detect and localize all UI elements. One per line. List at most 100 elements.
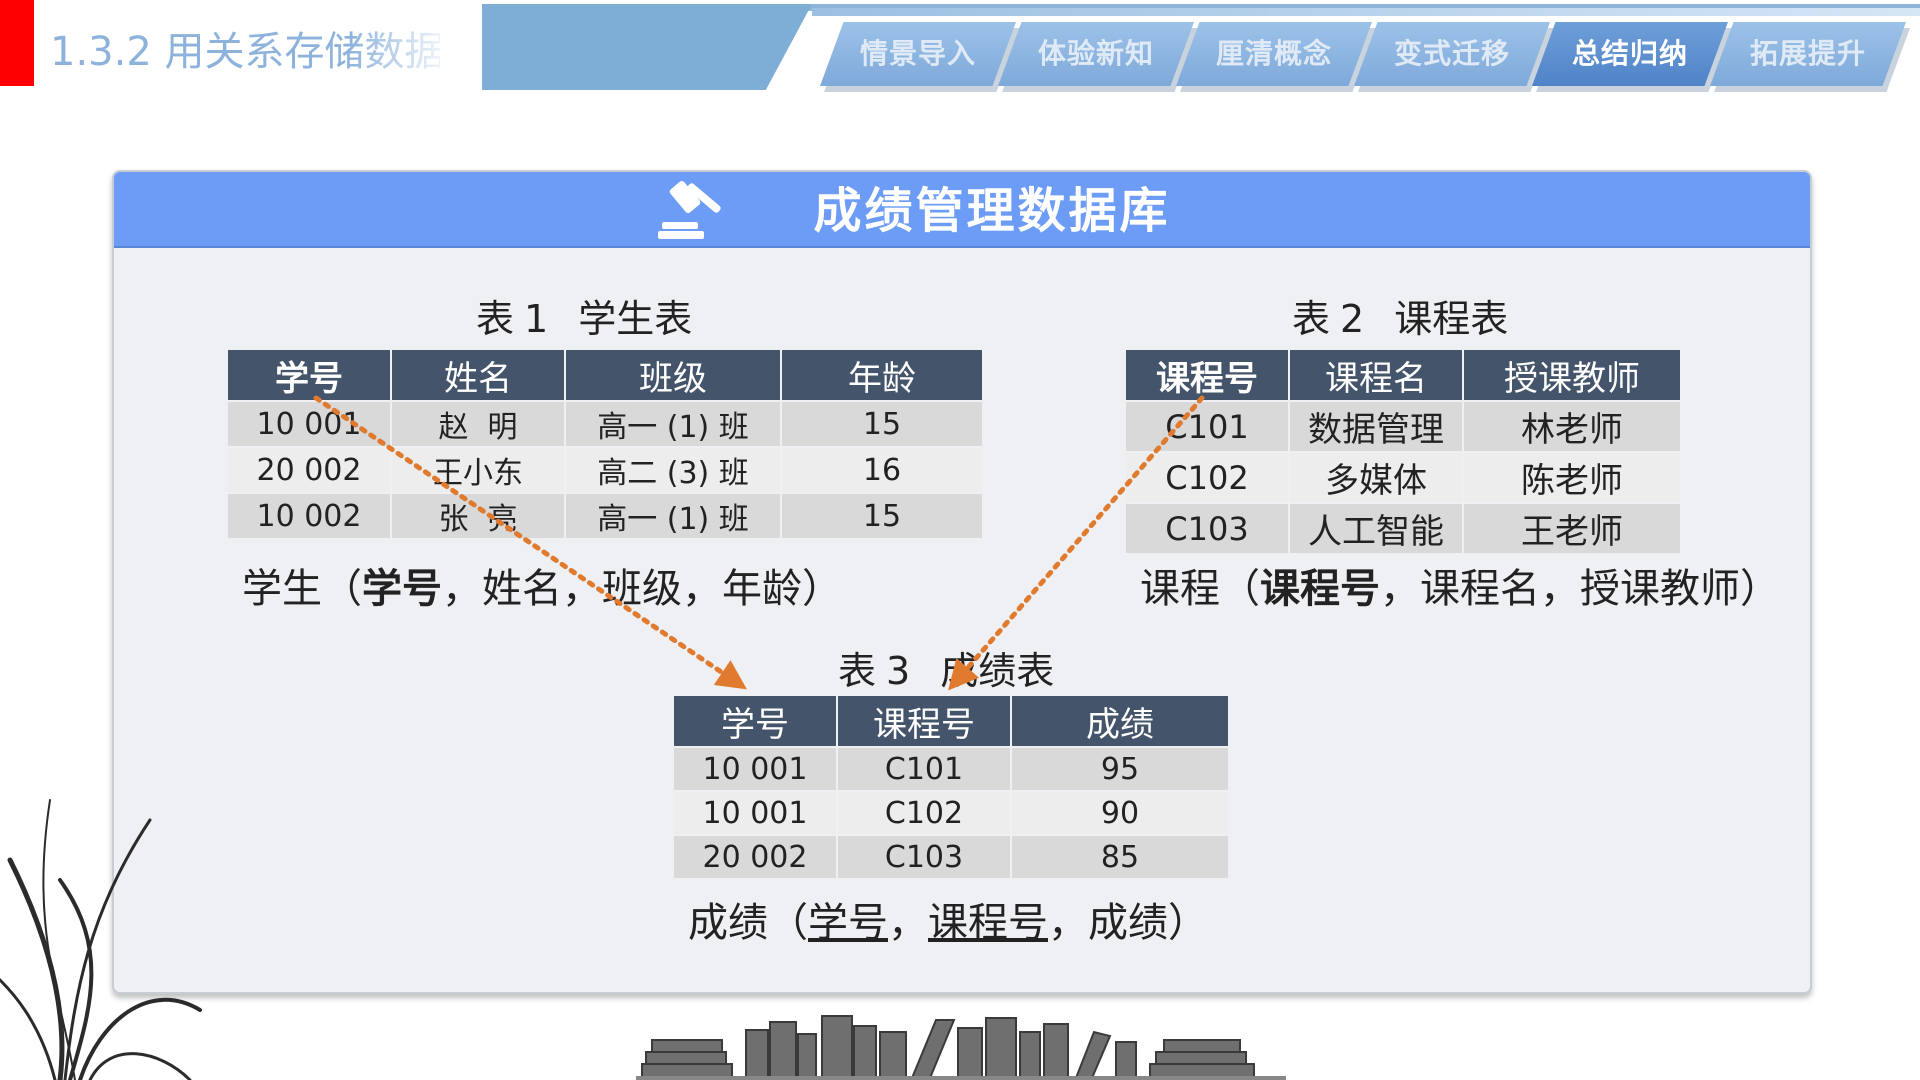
nav-tab-experience[interactable]: 体验新知 bbox=[998, 22, 1194, 86]
table-cell: C102 bbox=[1124, 451, 1290, 504]
table-cell: 高一 (1) 班 bbox=[564, 400, 782, 448]
schema-attributes: ，课程名，授课教师 bbox=[1380, 566, 1740, 612]
table-cell: 20 002 bbox=[672, 834, 838, 880]
table-cell: 10 002 bbox=[226, 492, 392, 540]
table3-caption-name: 成绩表 bbox=[940, 649, 1055, 693]
table-cell: 10 001 bbox=[672, 790, 838, 836]
table-cell: 16 bbox=[780, 446, 984, 494]
schema-paren: （ bbox=[1220, 566, 1260, 612]
table-cell: 高二 (3) 班 bbox=[564, 446, 782, 494]
table2-caption: 表 2 课程表 bbox=[1292, 288, 1508, 343]
table-cell: 赵 明 bbox=[390, 400, 566, 448]
course-schema: 课程（课程号，课程名，授课教师） bbox=[1140, 556, 1780, 614]
table-cell: 张 亮 bbox=[390, 492, 566, 540]
table-cell: 数据管理 bbox=[1288, 400, 1464, 453]
orchid-decoration bbox=[0, 799, 202, 1080]
schema-relation: 成绩 bbox=[688, 900, 768, 946]
table-cell: 10 001 bbox=[226, 400, 392, 448]
card-title: 成绩管理数据库 bbox=[813, 183, 1171, 239]
lesson-title: 1.3.2 用关系存储数据 bbox=[50, 20, 440, 86]
table-cell: 90 bbox=[1010, 790, 1230, 836]
table-header-cell: 姓名 bbox=[390, 348, 566, 402]
table1-caption-label: 表 bbox=[476, 297, 515, 341]
schema-paren: ） bbox=[1740, 566, 1780, 612]
title-fade bbox=[350, 20, 440, 86]
schema-paren: （ bbox=[768, 900, 808, 946]
table-cell: C101 bbox=[1124, 400, 1290, 453]
table-header-cell: 学号 bbox=[226, 348, 392, 402]
table-row: C102 多媒体 陈老师 bbox=[1124, 451, 1682, 504]
schema-attributes: ，姓名，班级，年龄 bbox=[442, 566, 802, 612]
student-schema: 学生（学号，姓名，班级，年龄） bbox=[242, 556, 842, 614]
schema-relation: 课程 bbox=[1140, 566, 1220, 612]
table-cell: 20 002 bbox=[226, 446, 392, 494]
table-header-cell: 年龄 bbox=[780, 348, 984, 402]
table-header-row: 学号 课程号 成绩 bbox=[672, 694, 1230, 748]
table2-caption-label: 表 bbox=[1292, 297, 1331, 341]
nav-tab-summary[interactable]: 总结归纳 bbox=[1532, 22, 1728, 86]
table-row: 10 001 C101 95 bbox=[672, 746, 1230, 792]
table-cell: 王老师 bbox=[1462, 502, 1682, 555]
table-cell: 人工智能 bbox=[1288, 502, 1464, 555]
table-header-cell: 授课教师 bbox=[1462, 348, 1682, 402]
table-header-cell: 课程号 bbox=[836, 694, 1012, 748]
table-cell: C101 bbox=[836, 746, 1012, 792]
student-table: 学号 姓名 班级 年龄 10 001 赵 明 高一 (1) 班 15 20 00… bbox=[226, 348, 984, 540]
table-header-cell: 成绩 bbox=[1010, 694, 1230, 748]
table-row: C101 数据管理 林老师 bbox=[1124, 400, 1682, 453]
table-header-cell: 学号 bbox=[672, 694, 838, 748]
score-table: 学号 课程号 成绩 10 001 C101 95 10 001 C102 90 … bbox=[672, 694, 1230, 880]
table2-caption-num: 2 bbox=[1340, 297, 1365, 341]
schema-paren: ） bbox=[802, 566, 842, 612]
table-row: 10 001 赵 明 高一 (1) 班 15 bbox=[226, 400, 984, 448]
table-cell: 15 bbox=[780, 492, 984, 540]
table-row: 10 002 张 亮 高一 (1) 班 15 bbox=[226, 492, 984, 540]
table-cell: 多媒体 bbox=[1288, 451, 1464, 504]
header-blue-block bbox=[482, 4, 812, 90]
schema-primary-key: 课程号 bbox=[1260, 566, 1380, 612]
table3-caption: 表 3 成绩表 bbox=[838, 640, 1054, 695]
schema-foreign-key-course: 课程号 bbox=[928, 900, 1048, 946]
table-cell: 10 001 bbox=[672, 746, 838, 792]
table1-caption-name: 学生表 bbox=[578, 297, 693, 341]
table-header-row: 课程号 课程名 授课教师 bbox=[1124, 348, 1682, 402]
schema-relation: 学生 bbox=[242, 566, 322, 612]
nav-tab-transfer[interactable]: 变式迁移 bbox=[1354, 22, 1550, 86]
table3-caption-num: 3 bbox=[886, 649, 911, 693]
schema-attributes: 成绩 bbox=[1088, 900, 1168, 946]
table3-caption-label: 表 bbox=[838, 649, 877, 693]
schema-separator: ， bbox=[888, 900, 928, 946]
table1-caption: 表 1 学生表 bbox=[476, 288, 692, 343]
table-header-row: 学号 姓名 班级 年龄 bbox=[226, 348, 984, 402]
table-header-cell: 课程号 bbox=[1124, 348, 1290, 402]
table-cell: 15 bbox=[780, 400, 984, 448]
table-cell: C103 bbox=[836, 834, 1012, 880]
schema-paren: ） bbox=[1168, 900, 1208, 946]
course-table: 课程号 课程名 授课教师 C101 数据管理 林老师 C102 多媒体 陈老师 … bbox=[1124, 348, 1682, 555]
nav-tab-intro[interactable]: 情景导入 bbox=[820, 22, 1016, 86]
table-row: C103 人工智能 王老师 bbox=[1124, 502, 1682, 555]
top-line bbox=[812, 8, 1920, 16]
table-row: 20 002 王小东 高二 (3) 班 16 bbox=[226, 446, 984, 494]
table-cell: 王小东 bbox=[390, 446, 566, 494]
nav-tab-extension[interactable]: 拓展提升 bbox=[1710, 22, 1906, 86]
table-cell: C103 bbox=[1124, 502, 1290, 555]
books-decoration bbox=[636, 1015, 1286, 1080]
table1-caption-num: 1 bbox=[524, 297, 549, 341]
table-row: 20 002 C103 85 bbox=[672, 834, 1230, 880]
database-card: 成绩管理数据库 表 1 学生表 学号 姓名 班级 年龄 10 001 赵 明 高一 … bbox=[112, 170, 1812, 994]
table-cell: 85 bbox=[1010, 834, 1230, 880]
table-header-cell: 班级 bbox=[564, 348, 782, 402]
schema-paren: （ bbox=[322, 566, 362, 612]
table-row: 10 001 C102 90 bbox=[672, 790, 1230, 836]
schema-separator: ， bbox=[1048, 900, 1088, 946]
table2-caption-name: 课程表 bbox=[1394, 297, 1509, 341]
schema-primary-key: 学号 bbox=[362, 566, 442, 612]
accent-bar bbox=[0, 0, 34, 86]
table-header-cell: 课程名 bbox=[1288, 348, 1464, 402]
table-cell: C102 bbox=[836, 790, 1012, 836]
schema-foreign-key-student: 学号 bbox=[808, 900, 888, 946]
table-cell: 高一 (1) 班 bbox=[564, 492, 782, 540]
table-cell: 95 bbox=[1010, 746, 1230, 792]
nav-tab-concepts[interactable]: 厘清概念 bbox=[1176, 22, 1372, 86]
